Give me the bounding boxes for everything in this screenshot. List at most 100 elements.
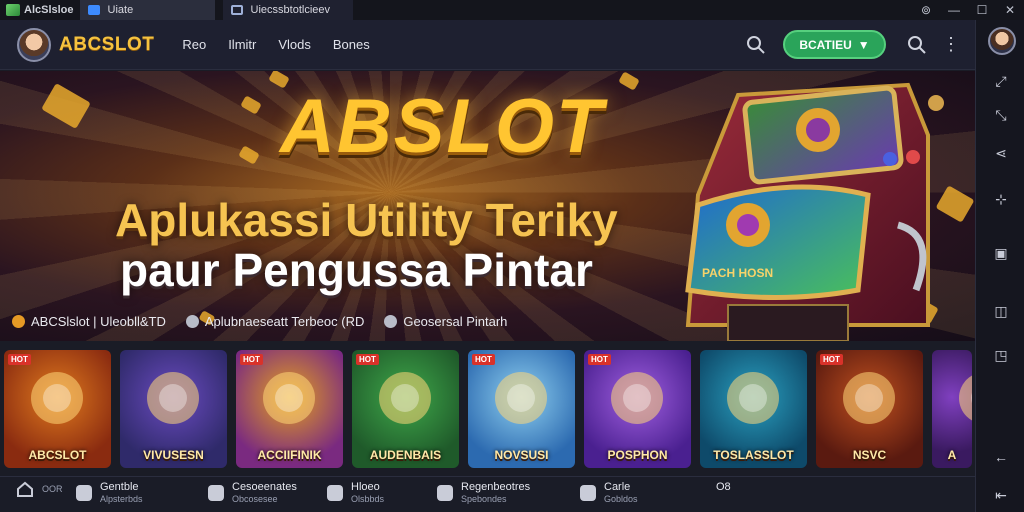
close-icon[interactable]: ✕ <box>996 0 1024 20</box>
cta-button[interactable]: BCATIEU ▼ <box>783 30 886 59</box>
game-tile[interactable]: HOT NOVSUSI <box>468 350 575 468</box>
check-icon <box>580 485 596 501</box>
game-tile[interactable]: VIVUSESN <box>120 350 227 468</box>
hot-badge: HOT <box>472 354 495 365</box>
bottom-nav-sub: Gobldos <box>604 494 638 504</box>
hero-banner[interactable]: ABSLOT Aplukassi Utility Teriky paur Pen… <box>0 71 975 341</box>
game-title: VIVUSESN <box>143 448 204 462</box>
screenshot-icon[interactable]: ◫ <box>992 302 1010 320</box>
expand-icon[interactable]: ⤢ <box>992 72 1010 90</box>
game-title: TOSLASSLOT <box>713 448 794 462</box>
bottom-nav-sub: OOR <box>42 484 63 494</box>
game-tile[interactable]: HOT AUDENBAIS <box>352 350 459 468</box>
home-icon <box>17 481 33 497</box>
game-tile[interactable]: HOT ABCSLOT <box>4 350 111 468</box>
bottom-nav-title: Cesoeenates <box>232 481 297 493</box>
tab-label: Uiate <box>107 4 134 16</box>
tab-label: Uiecssbtotlcieev <box>250 4 331 16</box>
tab-page-icon <box>87 5 100 15</box>
brand-logo[interactable]: ABCSLOT <box>59 34 154 56</box>
filter-icon: ▼ <box>857 37 870 52</box>
bottom-nav-regenbeotres[interactable]: Regenbeotres Spebondes <box>437 481 530 505</box>
collapse-icon[interactable]: ⤡ <box>992 106 1010 124</box>
more-options-icon[interactable]: ⋮ <box>942 34 960 54</box>
bottom-nav-o8[interactable]: O8 <box>716 481 731 493</box>
hot-badge: HOT <box>588 354 611 365</box>
bottom-nav: OOR Gentble Alpsterbds Cesoeenates Obcoses… <box>0 476 975 512</box>
nav-item-vlods[interactable]: Vlods <box>278 37 311 52</box>
banner-tag: Geosersal Pintarh <box>384 314 507 329</box>
gift-icon <box>208 485 224 501</box>
hot-badge: HOT <box>240 354 263 365</box>
settings-icon[interactable]: ⊚ <box>912 0 940 20</box>
bottom-nav-sub: Olsbbds <box>351 494 385 504</box>
hot-badge: HOT <box>8 354 31 365</box>
back-icon[interactable]: ← <box>992 448 1010 466</box>
app-logo-icon <box>6 4 20 16</box>
media-icon[interactable]: ▣ <box>992 244 1010 262</box>
bottom-nav-title: Regenbeotres <box>461 481 531 493</box>
bottom-nav-hloeo[interactable]: Hloeo Olsbbds <box>327 481 384 505</box>
hot-badge: HOT <box>356 354 379 365</box>
bottom-nav-sub: Obcosesee <box>232 494 278 504</box>
location-icon[interactable]: ⊹ <box>992 190 1010 208</box>
minimize-icon[interactable]: — <box>940 0 968 20</box>
chat-icon <box>437 485 453 501</box>
title-bar: AlcSlsloe Uiate Uiecssbtotlcieev ⊚ — ☐ ✕ <box>0 0 1024 20</box>
nav-item-home[interactable]: Reo <box>182 37 206 52</box>
game-tile[interactable]: HOT NSVC <box>816 350 923 468</box>
search-icon[interactable] <box>745 34 767 56</box>
game-tile[interactable]: HOT ACCIIFINIK <box>236 350 343 468</box>
game-tile[interactable]: HOT POSPHON <box>584 350 691 468</box>
nav-item-limit[interactable]: Ilmitr <box>228 37 256 52</box>
banner-tag-label: ABCSlslot | Uleobll&TD <box>31 314 166 329</box>
bottom-nav-sub: Alpsterbds <box>100 494 143 504</box>
hot-badge: HOT <box>820 354 843 365</box>
avatar[interactable] <box>988 27 1016 55</box>
game-title: A <box>947 448 957 462</box>
main-nav: Reo Ilmitr Vlods Bones <box>182 37 369 52</box>
tab-second[interactable]: Uiecssbtotlcieev <box>222 0 353 20</box>
avatar[interactable] <box>17 27 51 62</box>
banner-tag-label: Geosersal Pintarh <box>403 314 508 329</box>
return-icon[interactable]: ⇤ <box>992 486 1010 504</box>
share-icon[interactable]: ⋖ <box>992 144 1010 162</box>
check-icon <box>185 315 199 328</box>
grid-icon <box>76 485 92 501</box>
banner-headline: Aplukassi Utility Teriky <box>115 194 618 246</box>
game-title: POSPHON <box>607 448 668 462</box>
bottom-nav-sub: Spebondes <box>461 494 507 504</box>
banner-tags: ABCSlslot | Uleobll&TD Aplubnaeseatt Ter… <box>12 314 507 329</box>
game-title: ACCIIFINIK <box>257 448 322 462</box>
send-icon <box>327 485 343 501</box>
cta-label: BCATIEU <box>799 37 852 52</box>
game-title: ABCSLOT <box>28 448 87 462</box>
check-icon <box>384 315 398 328</box>
window-icon[interactable]: ◳ <box>992 346 1010 364</box>
game-tile[interactable]: TOSLASSLOT <box>700 350 807 468</box>
bottom-nav-cesoeenates[interactable]: Cesoeenates Obcosesee <box>208 481 297 505</box>
banner-tag: ABCSlslot | Uleobll&TD <box>12 314 166 329</box>
coin-icon <box>12 315 25 328</box>
app-name: AlcSlsloe <box>24 4 74 16</box>
game-tile[interactable]: A <box>932 350 972 468</box>
slot-machine-illustration: PACH HOSN <box>685 82 944 341</box>
tab-first[interactable]: Uiate <box>79 0 215 20</box>
bottom-nav-title: O8 <box>716 481 731 493</box>
game-title: NOVSUSI <box>494 448 549 462</box>
banner-subheadline: paur Pengussa Pintar <box>120 244 593 296</box>
window-controls: ⊚ — ☐ ✕ <box>912 0 1024 20</box>
app-header: ABCSLOT Reo Ilmitr Vlods Bones BCATIEU ▼… <box>0 20 975 70</box>
bottom-nav-carle[interactable]: Carle Gobldos <box>580 481 638 505</box>
search-icon[interactable] <box>906 34 928 56</box>
maximize-icon[interactable]: ☐ <box>968 0 996 20</box>
game-title: AUDENBAIS <box>369 448 442 462</box>
game-title: NSVC <box>852 448 887 462</box>
nav-item-bones[interactable]: Bones <box>333 37 370 52</box>
bottom-nav-gentble[interactable]: Gentble Alpsterbds <box>76 481 143 505</box>
bottom-nav-title: Gentble <box>100 481 139 493</box>
games-row: HOT ABCSLOT VIVUSESN HOT ACCIIFINIK HOT AUDENB… <box>0 350 975 475</box>
emulator-sidebar: ⤢ ⤡ ⋖ ⊹ ▣ ◫ ◳ ← ⇤ <box>975 20 1024 512</box>
bottom-nav-home[interactable]: OOR <box>16 481 63 497</box>
machine-label: PACH HOSN <box>702 266 773 280</box>
